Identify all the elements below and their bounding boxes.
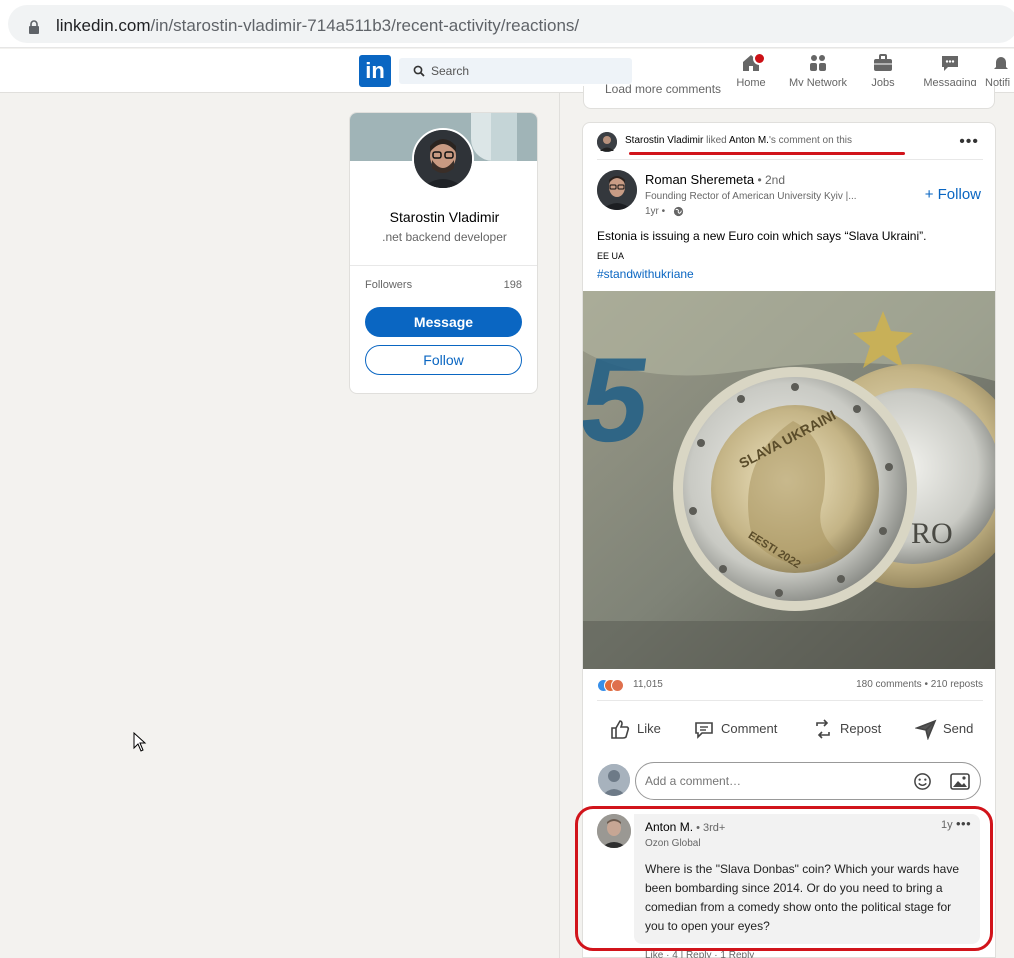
comment-input[interactable]	[636, 763, 886, 799]
avatar[interactable]	[412, 128, 474, 190]
post-text: Estonia is issuing a new Euro coin which…	[597, 229, 927, 243]
lock-icon	[29, 20, 39, 34]
reactions-bar[interactable]: 11,015 180 comments • 210 reposts	[597, 678, 983, 694]
author-headline: Founding Rector of American University K…	[645, 191, 857, 202]
message-button[interactable]: Message	[365, 307, 522, 337]
globe-icon	[673, 206, 684, 217]
send-icon	[915, 719, 937, 740]
follow-author-button[interactable]: + Follow	[925, 186, 981, 203]
linkedin-logo[interactable]: in	[359, 55, 391, 87]
activity-target[interactable]: Anton M.	[729, 135, 769, 146]
author-avatar[interactable]	[597, 170, 637, 210]
bell-icon	[994, 57, 1008, 69]
search-box[interactable]: Search	[399, 58, 632, 84]
flag-emojis: EE UA	[597, 251, 625, 261]
my-avatar	[598, 764, 630, 796]
briefcase-icon	[874, 54, 892, 71]
emoji-icon[interactable]	[913, 772, 932, 791]
author-name-text: Roman Sheremeta	[645, 172, 755, 187]
comment-button[interactable]: Comment	[693, 718, 783, 739]
search-icon	[413, 65, 425, 77]
mouse-cursor-icon	[133, 732, 147, 752]
followers-label: Followers	[365, 279, 413, 291]
repost-button[interactable]: Repost	[812, 718, 887, 739]
repost-label: Repost	[840, 721, 882, 736]
notification-badge	[753, 52, 766, 65]
more-options-icon[interactable]: •••	[959, 133, 979, 151]
image-icon[interactable]	[950, 773, 970, 790]
activity-avatar[interactable]	[597, 132, 617, 152]
url-host: linkedin.com	[56, 16, 151, 35]
activity-header: Starostin Vladimir liked Anton M.'s comm…	[625, 135, 852, 146]
comment-label: Comment	[721, 721, 778, 736]
activity-actor[interactable]: Starostin Vladimir	[625, 135, 703, 146]
search-placeholder: Search	[431, 64, 470, 78]
divider	[597, 700, 983, 701]
red-highlight-annotation	[575, 806, 993, 951]
repost-icon	[816, 719, 830, 739]
follow-button[interactable]: Follow	[365, 345, 522, 375]
post-image[interactable]: 5 RO SLAVA UKRAINI EESTI 2022	[583, 291, 995, 669]
divider	[597, 159, 983, 160]
address-box[interactable]: linkedin.com/in/starostin-vladimir-714a5…	[8, 5, 1014, 43]
back-coin-text: RO	[911, 517, 953, 550]
author-name[interactable]: Roman Sheremeta • 2nd	[645, 172, 785, 187]
comment-box[interactable]	[635, 762, 981, 800]
connection-degree: • 2nd	[754, 173, 786, 187]
column-divider	[559, 93, 560, 958]
divider	[350, 265, 537, 266]
comment-icon	[695, 722, 713, 739]
profile-card: Starostin Vladimir .net backend develope…	[349, 112, 538, 394]
hashtag-link[interactable]: #standwithukriane	[597, 267, 694, 281]
profile-name[interactable]: Starostin Vladimir	[350, 209, 537, 225]
activity-suffix: 's comment on this	[768, 135, 853, 146]
red-underline-annotation	[629, 152, 905, 155]
send-button[interactable]: Send	[915, 718, 975, 740]
like-button[interactable]: Like	[609, 718, 669, 739]
followers-count: 198	[503, 279, 522, 291]
send-label: Send	[943, 721, 974, 736]
reactions-count[interactable]: 11,015	[633, 679, 663, 690]
comments-reposts-count[interactable]: 180 comments • 210 reposts	[856, 679, 983, 690]
previous-post-card: Load more comments	[583, 82, 995, 109]
like-label: Like	[637, 721, 661, 736]
browser-url-bar: linkedin.com/in/starostin-vladimir-714a5…	[0, 0, 1014, 48]
url-path: /in/starostin-vladimir-714a511b3/recent-…	[150, 16, 580, 35]
post-time: 1yr •	[645, 206, 666, 217]
url-text[interactable]: linkedin.com/in/starostin-vladimir-714a5…	[56, 16, 579, 36]
like-icon	[611, 720, 630, 739]
load-more-comments[interactable]: Load more comments	[605, 82, 721, 96]
messaging-icon	[942, 56, 958, 71]
activity-verb: liked	[703, 135, 729, 146]
network-icon	[810, 55, 826, 71]
profile-headline: .net backend developer	[382, 230, 507, 244]
love-reaction-icon	[611, 679, 624, 692]
comment-actions[interactable]: Like · 4 | Reply · 1 Reply	[645, 950, 754, 958]
